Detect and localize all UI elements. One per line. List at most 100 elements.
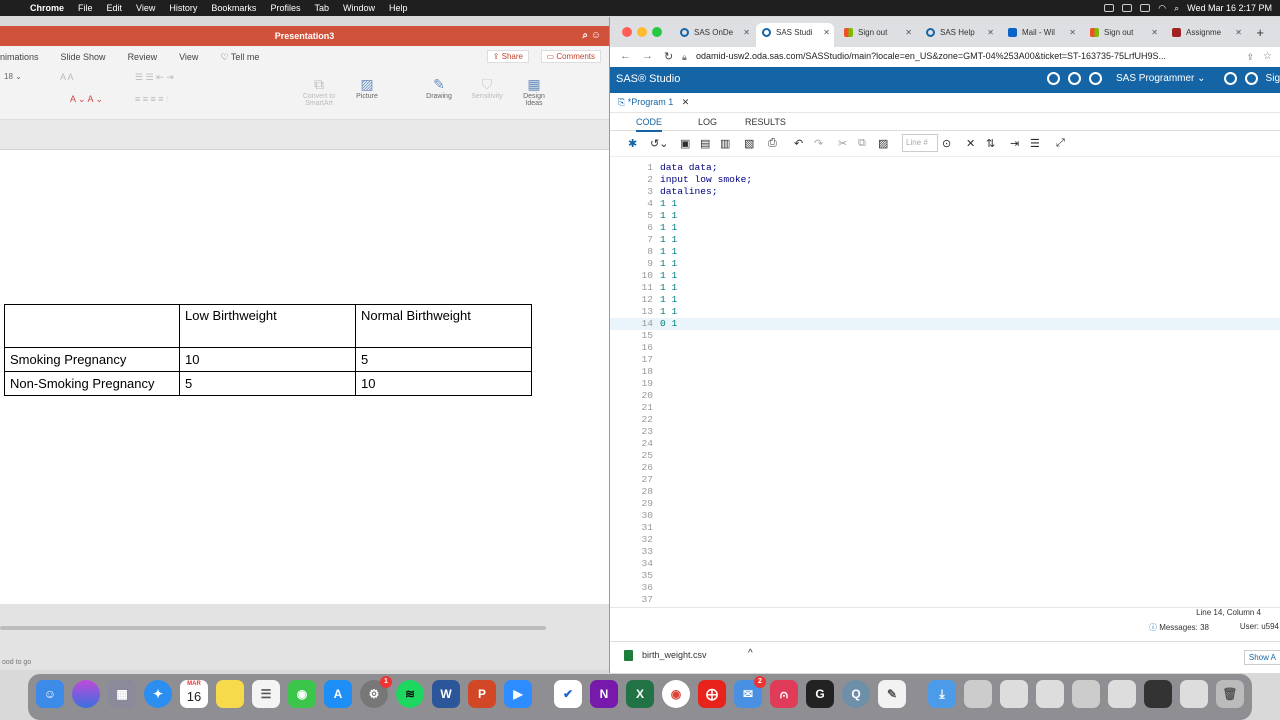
battery-icon[interactable] bbox=[1140, 4, 1151, 12]
onenote-icon[interactable]: N bbox=[590, 680, 618, 708]
table-cell[interactable]: Non-Smoking Pregnancy bbox=[4, 371, 180, 396]
design-ideas-button[interactable]: ▦ Design Ideas bbox=[518, 76, 550, 107]
horizontal-scrollbar[interactable] bbox=[0, 626, 546, 630]
safari-icon[interactable]: ✦ bbox=[144, 680, 172, 708]
close-tab-icon[interactable]: ✕ bbox=[823, 23, 830, 43]
reload-icon[interactable]: ↻ bbox=[664, 50, 673, 63]
launchpad-icon[interactable]: ▦ bbox=[108, 680, 136, 708]
browser-tab-2[interactable]: Sign out ✕ bbox=[838, 23, 916, 47]
new-tab-button[interactable]: + bbox=[1256, 25, 1264, 40]
menu-help[interactable]: Help bbox=[389, 3, 408, 13]
email-icon[interactable]: ▧ bbox=[744, 137, 754, 150]
messages-count[interactable]: ⓘ Messages: 38 bbox=[1149, 622, 1209, 633]
quicktime-icon[interactable]: Q bbox=[842, 680, 870, 708]
go-to-line-icon[interactable]: ⊙ bbox=[942, 137, 951, 150]
tab-animations[interactable]: nimations bbox=[0, 52, 39, 62]
print-icon[interactable]: ⎙ bbox=[768, 137, 777, 150]
share-button[interactable]: ⇪ Share bbox=[486, 50, 529, 63]
tab-view[interactable]: View bbox=[179, 52, 198, 62]
save-as-icon[interactable]: ▤ bbox=[700, 137, 710, 150]
recent-file-icon[interactable] bbox=[1108, 680, 1136, 708]
calendar-icon[interactable]: MAR 16 bbox=[180, 680, 208, 708]
lock-icon[interactable]: 🔒︎ bbox=[682, 52, 687, 63]
save-icon[interactable]: ▣ bbox=[680, 137, 690, 150]
ppt-search-icon[interactable]: ⌕ ☺ bbox=[582, 26, 601, 46]
tab-review[interactable]: Review bbox=[128, 52, 158, 62]
recent-file-icon[interactable] bbox=[1000, 680, 1028, 708]
close-tab-icon[interactable]: ✕ bbox=[1235, 23, 1242, 43]
line-number-input[interactable]: Line # bbox=[902, 134, 938, 152]
convert-smartart-button[interactable]: ⧉ Convert to SmartArt bbox=[298, 76, 340, 107]
tab-code[interactable]: CODE bbox=[636, 117, 663, 132]
snippet-icon[interactable]: ⇥ bbox=[1010, 137, 1019, 150]
mendeley-icon[interactable]: ⩀ bbox=[770, 680, 798, 708]
format-code-icon[interactable]: ⇅ bbox=[986, 137, 995, 150]
code-line[interactable]: input low smoke; bbox=[660, 174, 752, 185]
menu-tab[interactable]: Tab bbox=[314, 3, 329, 13]
close-tab-icon[interactable]: ✕ bbox=[1069, 23, 1076, 43]
menu-icon[interactable] bbox=[1223, 72, 1237, 85]
word-icon[interactable]: W bbox=[432, 680, 460, 708]
browser-tab-4[interactable]: Mail - Wil ✕ bbox=[1002, 23, 1080, 47]
acrobat-icon[interactable]: ⨁ bbox=[698, 680, 726, 708]
close-tab-icon[interactable]: ✕ bbox=[905, 23, 912, 43]
export-icon[interactable]: ▥ bbox=[720, 137, 730, 150]
trash-icon[interactable]: 🗑︎ bbox=[1216, 680, 1244, 708]
grammarly-icon[interactable]: G bbox=[806, 680, 834, 708]
forward-icon[interactable]: → bbox=[642, 50, 653, 62]
code-line[interactable]: 1 1 bbox=[660, 258, 677, 269]
font-size-select[interactable]: 18 ⌄ bbox=[4, 72, 22, 81]
download-item[interactable]: birth_weight.csv bbox=[642, 650, 707, 660]
table-cell[interactable]: Normal Birthweight bbox=[355, 304, 532, 348]
bullets-icon[interactable]: ☰ ☰ ⇤ ⇥ bbox=[135, 72, 174, 83]
browser-tab-3[interactable]: SAS Help ✕ bbox=[920, 23, 998, 47]
undo-icon[interactable]: ↶ bbox=[794, 137, 803, 150]
program-tab[interactable]: ⎘ *Program 1 ✕ bbox=[618, 97, 689, 108]
code-line[interactable]: 0 1 bbox=[660, 318, 677, 329]
chrome-icon[interactable]: ◉ bbox=[662, 680, 690, 708]
show-all-button[interactable]: Show A bbox=[1243, 650, 1280, 665]
browser-tab-1[interactable]: SAS Studi ✕ bbox=[756, 23, 834, 47]
drawing-button[interactable]: ✎ Drawing bbox=[422, 76, 456, 100]
table-cell[interactable]: Low Birthweight bbox=[179, 304, 356, 348]
close-tab-icon[interactable]: ✕ bbox=[1151, 23, 1158, 43]
recent-file-icon[interactable] bbox=[1144, 680, 1172, 708]
finder-icon[interactable]: ☺ bbox=[36, 680, 64, 708]
share-page-icon[interactable]: ⇪ bbox=[1246, 52, 1254, 63]
powerpoint-icon[interactable]: P bbox=[468, 680, 496, 708]
notes-icon[interactable] bbox=[216, 680, 244, 708]
zoom-icon[interactable]: ▶ bbox=[504, 680, 532, 708]
table-cell[interactable]: Smoking Pregnancy bbox=[4, 347, 180, 372]
mail-icon[interactable]: ✉ 2 bbox=[734, 676, 766, 708]
messages-icon[interactable]: ◉ bbox=[288, 680, 316, 708]
close-program-icon[interactable]: ✕ bbox=[682, 97, 690, 107]
recent-file-icon[interactable] bbox=[964, 680, 992, 708]
code-line[interactable]: 1 1 bbox=[660, 282, 677, 293]
table-cell[interactable]: 5 bbox=[179, 371, 356, 396]
menu-profiles[interactable]: Profiles bbox=[270, 3, 300, 13]
close-tab-icon[interactable]: ✕ bbox=[987, 23, 994, 43]
recent-file-icon[interactable] bbox=[1180, 680, 1208, 708]
copy-icon[interactable]: ⧉ bbox=[858, 137, 866, 150]
wifi-icon[interactable]: ◠ bbox=[1158, 3, 1166, 14]
help-icon[interactable] bbox=[1244, 72, 1258, 85]
screen-record-icon[interactable] bbox=[1104, 4, 1115, 12]
close-window-button[interactable] bbox=[622, 27, 632, 37]
menu-window[interactable]: Window bbox=[343, 3, 375, 13]
search-icon[interactable] bbox=[1047, 72, 1061, 85]
code-line[interactable]: data data; bbox=[660, 162, 718, 173]
browser-tab-5[interactable]: Sign out ✕ bbox=[1084, 23, 1162, 47]
code-line[interactable]: 1 1 bbox=[660, 210, 677, 221]
downloads-folder-icon[interactable]: ⤓ bbox=[928, 680, 956, 708]
birthweight-table[interactable]: Low Birthweight Normal Birthweight Smoki… bbox=[4, 304, 532, 396]
code-editor[interactable]: 1 2 3 4 5 6 7 8 9 10 11 12 13 14 15 16 17 18 19 20 21 22 23 24 2… bbox=[610, 162, 1280, 605]
tab-log[interactable]: LOG bbox=[698, 117, 717, 127]
code-line[interactable]: 1 1 bbox=[660, 270, 677, 281]
align-icon[interactable]: ≡ ≡ ≡ ≡ ⫶ bbox=[135, 94, 168, 105]
close-tab-icon[interactable]: ✕ bbox=[743, 23, 750, 43]
cut-icon[interactable]: ✂ bbox=[838, 137, 847, 150]
url-field[interactable]: odamid-usw2.oda.sas.com/SASStudio/main?l… bbox=[696, 51, 1166, 61]
table-cell[interactable]: 10 bbox=[355, 371, 532, 396]
bookmark-star-icon[interactable]: ☆ bbox=[1263, 51, 1272, 62]
system-preferences-icon[interactable]: ⚙ 1 bbox=[360, 676, 392, 708]
